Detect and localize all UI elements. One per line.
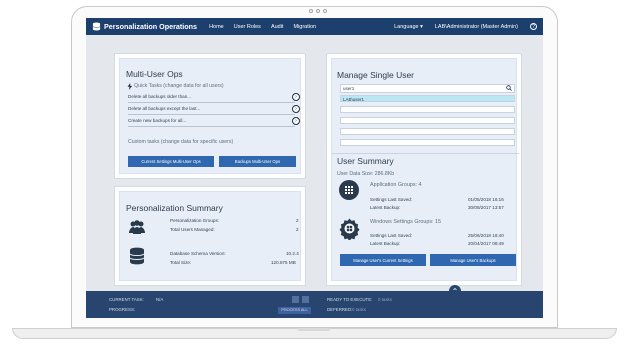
language-menu[interactable]: Language ▾ xyxy=(394,24,423,30)
win-latest-backup-value: 20/04/2017 08:49 xyxy=(468,241,504,246)
total-size-label: Total Size: xyxy=(170,260,192,265)
app-title: Personalization Operations xyxy=(104,22,198,31)
ready-label: READY TO EXECUTE: xyxy=(327,297,373,302)
database-icon xyxy=(92,22,101,31)
search-result-row[interactable] xyxy=(340,106,515,113)
webcam-indicators xyxy=(309,9,327,13)
database-icon xyxy=(129,247,145,265)
search-result-selected[interactable]: LAB\user1 xyxy=(340,95,515,102)
user-data-size: User Data Size: 286.8Kb xyxy=(337,171,395,177)
current-task-value: N/A xyxy=(156,297,164,302)
windows-settings-groups: Windows Settings Groups: 15 xyxy=(370,219,442,225)
app-brand: Personalization Operations xyxy=(92,22,197,31)
nav-migration[interactable]: Migration xyxy=(293,24,316,30)
schema-value: 10.2.4 xyxy=(286,251,299,256)
deferred-value: 0 tasks xyxy=(352,307,366,312)
ready-value: 0 tasks xyxy=(378,297,392,302)
search-result-row[interactable] xyxy=(340,139,515,146)
groups-label: Personalization Groups: xyxy=(170,218,220,223)
quick-tasks-label: Quick Tasks (change data for all users) xyxy=(134,83,224,89)
nav-audit[interactable]: Audit xyxy=(271,24,284,30)
app-screen: Personalization Operations Home User Rol… xyxy=(86,18,543,318)
schema-label: Database Schema Version: xyxy=(170,251,226,256)
search-icon[interactable] xyxy=(505,85,512,91)
users-value: 2 xyxy=(296,227,299,232)
deferred-label: DEFERRED: xyxy=(327,307,353,312)
laptop-frame: Personalization Operations Home User Rol… xyxy=(0,0,629,348)
win-settings-saved-label: Settings Last Saved: xyxy=(370,233,413,238)
groups-value: 2 xyxy=(296,218,299,223)
laptop-notch xyxy=(297,328,331,331)
win-latest-backup-label: Latest Backup: xyxy=(370,241,401,246)
windows-gear-icon xyxy=(339,218,360,240)
chevron-right-icon[interactable]: › xyxy=(292,105,300,113)
process-all-button[interactable]: PROCESS ALL xyxy=(278,307,311,314)
single-user-title: Manage Single User xyxy=(337,70,415,80)
single-user-panel-inner: Manage Single User user1 LAB\user1 User … xyxy=(331,58,519,281)
nav-home[interactable]: Home xyxy=(209,24,224,30)
current-settings-multi-button[interactable]: Current Settings Multi-User Ops xyxy=(128,156,214,167)
application-grid-icon xyxy=(339,180,359,200)
manage-current-settings-button[interactable]: Manage User's Current Settings xyxy=(340,254,426,266)
app-latest-backup-label: Latest Backup: xyxy=(370,205,401,210)
multi-user-panel: Multi-User Ops Quick Tasks (change data … xyxy=(114,53,306,179)
multi-user-panel-inner: Multi-User Ops Quick Tasks (change data … xyxy=(119,58,301,174)
manage-backups-button[interactable]: Manage User's Backups xyxy=(430,254,516,266)
search-result-row[interactable] xyxy=(340,128,515,135)
app-settings-saved-label: Settings Last Saved: xyxy=(370,197,413,202)
chevron-right-icon[interactable]: › xyxy=(292,117,300,125)
backups-multi-button[interactable]: Backups Multi-User Ops xyxy=(219,156,296,167)
chevron-right-icon[interactable]: › xyxy=(292,93,300,101)
summary-panel-inner: Personalization Summary Personalization … xyxy=(119,191,301,281)
total-size-value: 120.875 MB xyxy=(271,260,296,265)
account-menu: Language ▾ LAB\Administrator (Master Adm… xyxy=(394,18,537,35)
panel-divider xyxy=(332,153,519,154)
progress-label: PROGRESS: xyxy=(109,307,136,312)
custom-tasks-label: Custom tasks (change data for specific u… xyxy=(128,139,234,145)
user-summary-title: User Summary xyxy=(337,156,394,166)
multi-user-title: Multi-User Ops xyxy=(126,69,183,79)
chevron-up-icon[interactable]: ⌃ xyxy=(449,285,461,297)
task-row-delete-older: Delete all backups older than... xyxy=(128,92,295,103)
application-groups: Application Groups: 4 xyxy=(370,182,422,188)
current-user[interactable]: LAB\Administrator (Master Admin) xyxy=(435,24,518,30)
search-result-row[interactable] xyxy=(340,117,515,124)
task-footer: ⌃ CURRENT TASK: N/A PROGRESS: PROCESS AL… xyxy=(86,285,543,318)
users-group-icon xyxy=(129,220,145,234)
nav-user-roles[interactable]: User Roles xyxy=(234,24,261,30)
win-settings-saved-value: 25/06/2018 16:40 xyxy=(468,233,504,238)
stop-icon[interactable] xyxy=(302,296,309,303)
task-row-delete-except: Delete all backups except the last... xyxy=(128,104,295,115)
users-label: Total Users Managed: xyxy=(170,227,215,232)
summary-title: Personalization Summary xyxy=(126,203,223,213)
user-search-input[interactable]: user1 xyxy=(340,84,515,93)
personalization-summary-panel: Personalization Summary Personalization … xyxy=(114,186,306,286)
app-latest-backup-value: 30/08/2017 13:57 xyxy=(468,205,504,210)
lightning-icon xyxy=(127,83,133,90)
app-settings-saved-value: 01/05/2018 16:16 xyxy=(468,197,504,202)
task-row-create-backups: Create new backups for all... xyxy=(128,116,295,127)
main-menu: Home User Roles Audit Migration xyxy=(209,24,316,30)
manage-single-user-panel: Manage Single User user1 LAB\user1 User … xyxy=(326,53,522,286)
current-task-label: CURRENT TASK: xyxy=(109,297,144,302)
pause-icon[interactable] xyxy=(292,296,299,303)
top-navigation: Personalization Operations Home User Rol… xyxy=(86,18,543,35)
help-icon[interactable]: ? xyxy=(530,23,537,30)
